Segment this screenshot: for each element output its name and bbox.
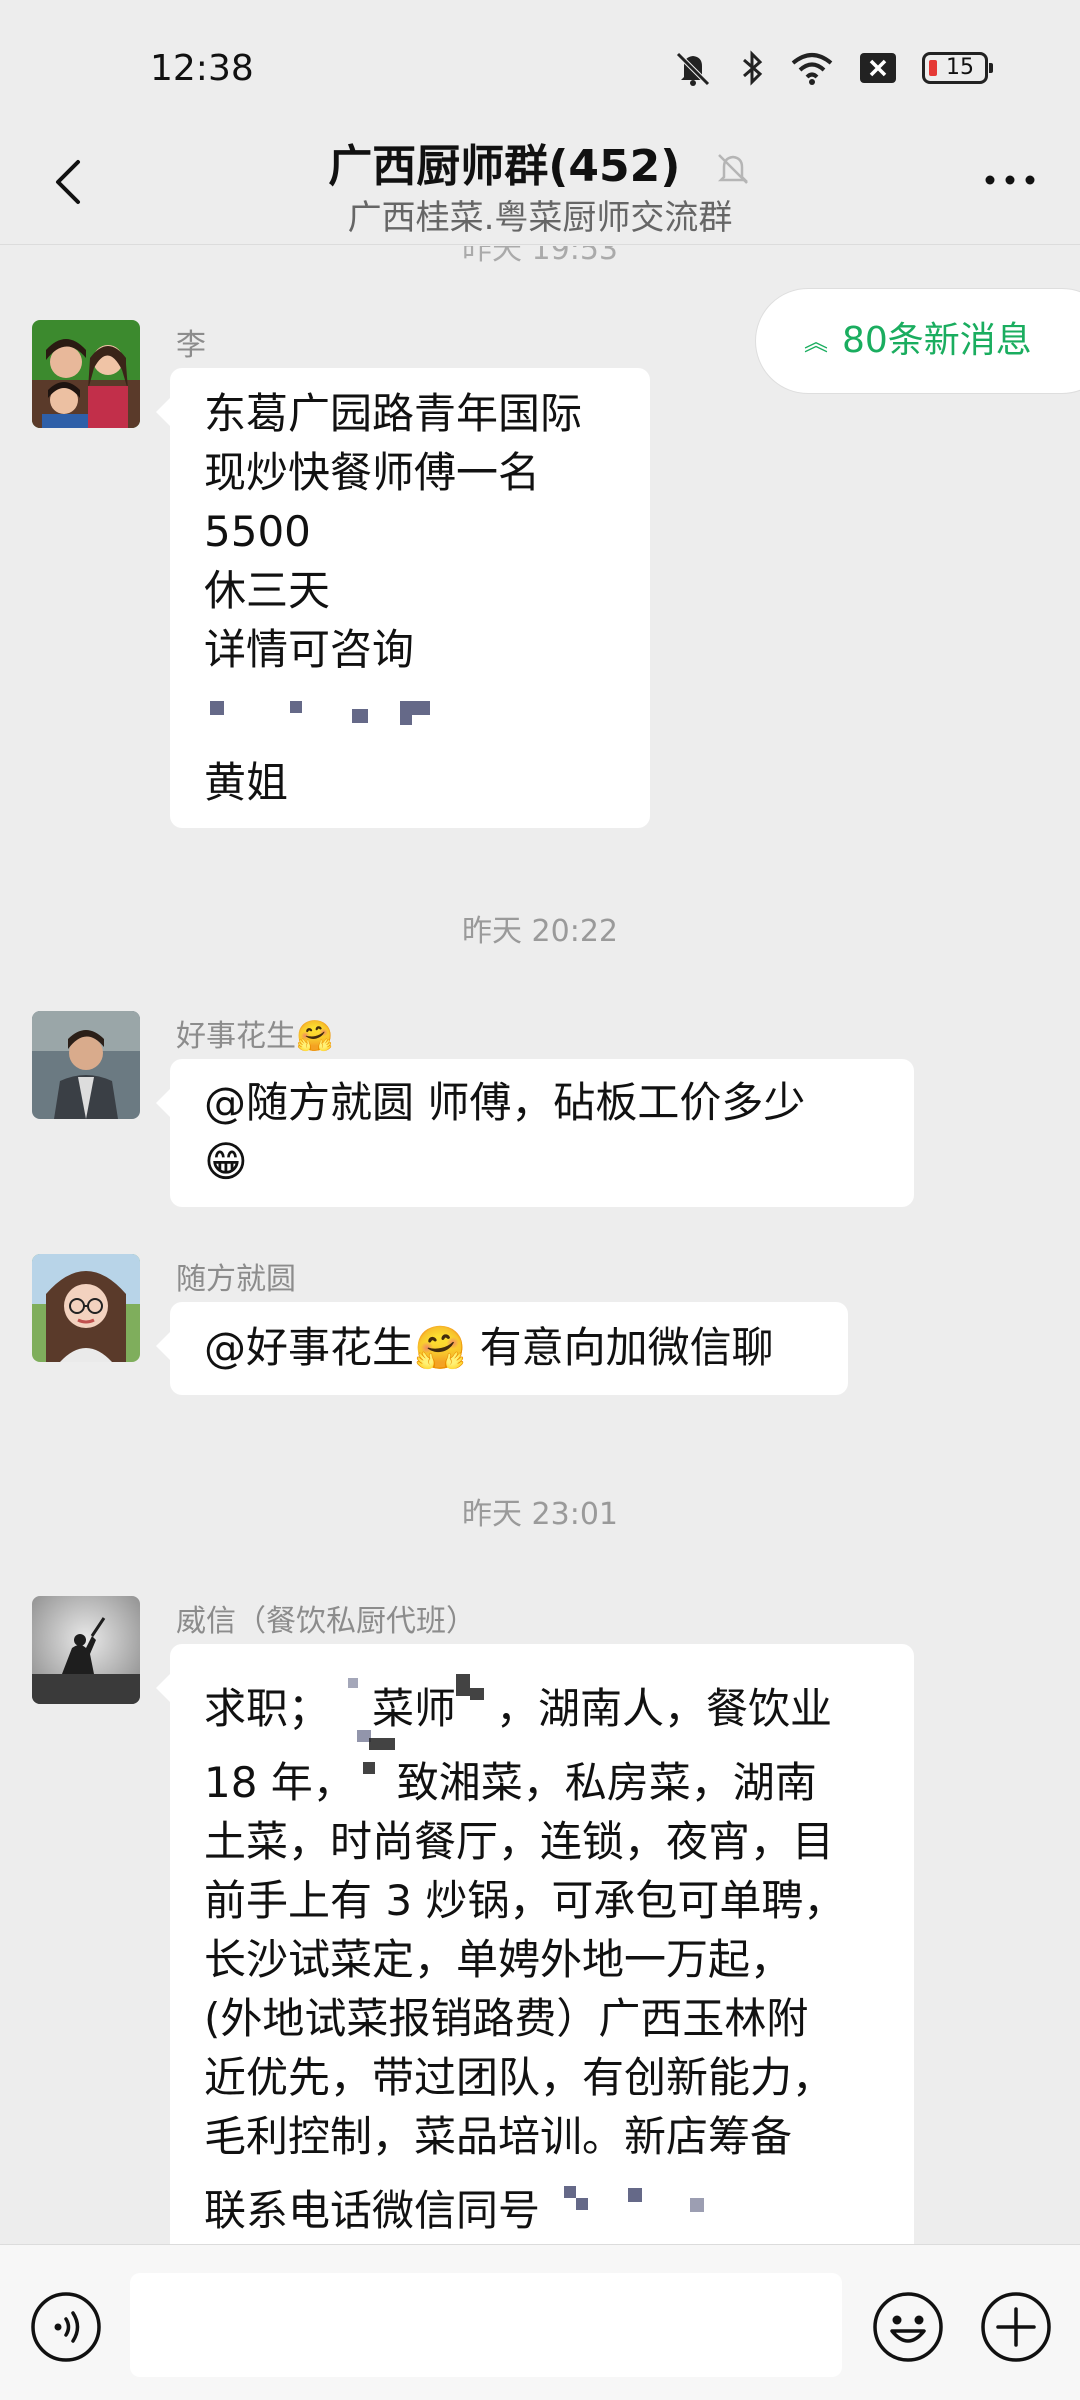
status-icons: 15	[672, 48, 993, 88]
emoji-icon[interactable]	[872, 2291, 944, 2363]
message-line: 土菜，时尚餐厅，连锁，夜宵，目	[204, 1817, 835, 1866]
bluetooth-icon	[743, 50, 763, 86]
group-title-text: 广西厨师群(452)	[328, 141, 681, 192]
status-bar: 12:38 15	[0, 0, 1080, 130]
double-chevron-up-icon: ︽	[804, 328, 828, 356]
message-list[interactable]: 昨天 19:53 李 东葛广园路青年国际 现炒快餐师傅一名 5500 休三天 详	[0, 246, 1080, 2244]
message-bubble[interactable]: 求职； 菜师 ，湖南人，餐饮业 18 年， 致湘菜，私房菜，湖南 土菜，时尚餐厅，连锁…	[156, 1644, 914, 2244]
message-line: 详情可咨询	[204, 625, 415, 674]
message-line: 黄姐	[204, 758, 289, 807]
sender-name: 威信（餐饮私厨代班）	[176, 1604, 476, 1639]
new-messages-button[interactable]: ︽ 80条新消息	[755, 288, 1080, 394]
sender-name: 李	[176, 328, 206, 363]
voice-icon[interactable]	[30, 2291, 102, 2363]
more-options-icon[interactable]	[980, 160, 1040, 200]
message-line: 前手上有 3 炒锅，可承包可单聘，	[204, 1876, 846, 1925]
sender-name: 随方就圆	[176, 1262, 296, 1297]
message-bubble[interactable]: @好事花生🤗 有意向加微信聊	[156, 1302, 848, 1395]
group-title[interactable]: 广西厨师群(452)	[0, 130, 1080, 194]
message-line: 长沙试菜定，单娉外地一万起，	[204, 1935, 793, 1984]
message-input[interactable]	[130, 2273, 842, 2377]
message-text: 致湘菜，私房菜，湖南	[396, 1758, 817, 1807]
message-bubble[interactable]: 东葛广园路青年国际 现炒快餐师傅一名 5500 休三天 详情可咨询 黄姐	[156, 368, 650, 828]
input-bar	[0, 2244, 1080, 2400]
message-line: 休三天	[204, 566, 331, 615]
message-line: 18 年， 致湘菜，私房菜，湖南	[204, 1730, 880, 1812]
message-text: ，湖南人，餐饮业	[496, 1684, 833, 1733]
sim-off-icon	[860, 53, 896, 83]
sender-name: 好事花生🤗	[176, 1019, 334, 1054]
wifi-icon	[791, 53, 833, 85]
pixelated-phone-number	[204, 679, 504, 738]
timestamp: 昨天 20:22	[462, 914, 618, 949]
avatar[interactable]	[32, 1011, 140, 1119]
message-line: 近优先，带过团队，有创新能力，	[204, 2053, 835, 2102]
pixelated-text	[456, 1664, 496, 1723]
message-line: 5500	[204, 507, 311, 556]
avatar[interactable]	[32, 1596, 140, 1704]
message-line: 东葛广园路青年国际	[204, 389, 583, 438]
message-line: 现炒快餐师傅一名	[204, 448, 541, 497]
battery-icon: 15	[922, 52, 993, 84]
timestamp: 昨天 23:01	[462, 1497, 618, 1532]
message-text: 18 年，	[204, 1758, 355, 1807]
message-text: 求职；	[204, 1684, 331, 1733]
mute-bell-icon	[676, 52, 710, 86]
mute-icon	[717, 154, 748, 184]
timestamp: 昨天 19:53	[462, 246, 618, 267]
message-line: 求职； 菜师 ，湖南人，餐饮业	[204, 1664, 880, 1738]
grinning-emoji: 😁	[204, 1137, 248, 1186]
group-subtitle: 广西桂菜.粤菜厨师交流群	[347, 198, 733, 238]
pixelated-text	[330, 1664, 372, 1723]
message-line: 毛利控制，菜品培训。新店筹备	[204, 2112, 793, 2161]
avatar[interactable]	[32, 320, 140, 428]
message-line: (外地试菜报销路费）广西玉林附	[204, 1994, 809, 2043]
avatar[interactable]	[32, 1254, 140, 1362]
message-line: @随方就圆 师傅，砧板工价多少	[204, 1078, 806, 1127]
status-time: 12:38	[150, 48, 254, 89]
message-line: @好事花生🤗 有意向加微信聊	[204, 1323, 774, 1372]
message-text: 菜师	[372, 1684, 457, 1733]
chat-header: 广西厨师群(452) 广西桂菜.粤菜厨师交流群	[0, 130, 1080, 245]
new-messages-label: 80条新消息	[842, 320, 1032, 361]
plus-icon[interactable]	[980, 2291, 1052, 2363]
message-text: 联系电话微信同号	[204, 2186, 541, 2235]
message-bubble[interactable]: @随方就圆 师傅，砧板工价多少 😁	[156, 1059, 914, 1207]
message-line: 联系电话微信同号	[204, 2166, 880, 2240]
pixelated-text	[355, 1730, 397, 1797]
pixelated-phone-number	[540, 2166, 740, 2225]
